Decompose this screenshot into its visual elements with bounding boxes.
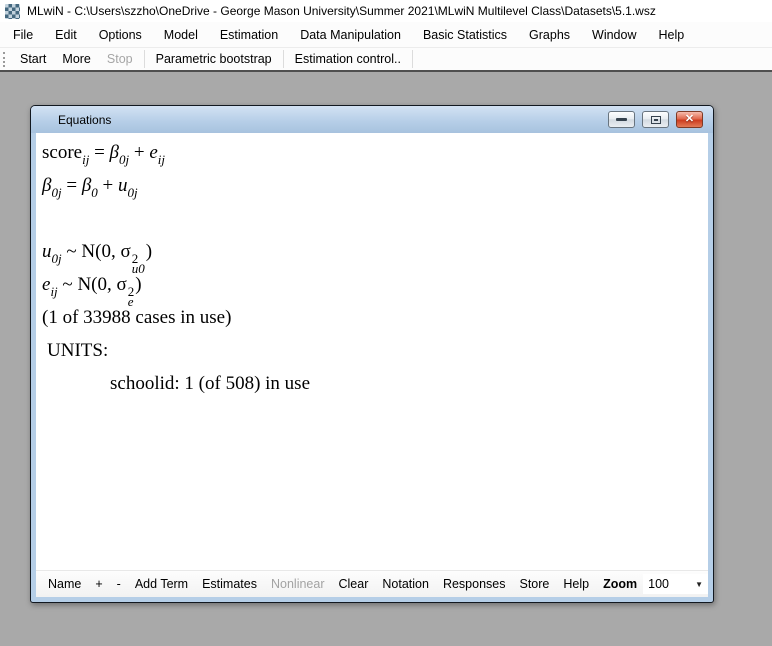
close-button[interactable]: ✕ <box>676 111 703 128</box>
toolbar-button-start[interactable]: Start <box>12 50 54 68</box>
toolbar-button-stop: Stop <box>99 50 141 68</box>
equation-line: u0j ~ N(0, σ2u0) <box>42 235 708 268</box>
maximize-icon <box>651 116 661 124</box>
toolbar-grip-handle[interactable] <box>3 52 6 67</box>
menu-item-help[interactable]: Help <box>648 24 696 46</box>
menu-item-model[interactable]: Model <box>153 24 209 46</box>
equations-window-body: scoreij = β0j + eijβ0j = β0 + u0j u0j ~ N… <box>36 133 708 597</box>
equations-toolbar-button-help[interactable]: Help <box>556 577 596 591</box>
maximize-button[interactable] <box>642 111 669 128</box>
menu-item-window[interactable]: Window <box>581 24 647 46</box>
equation-line: (1 of 33988 cases in use) <box>42 301 708 334</box>
equations-toolbar-button-[interactable]: + <box>88 577 109 591</box>
menu-item-options[interactable]: Options <box>88 24 153 46</box>
equation-blank-line <box>42 202 708 235</box>
close-icon: ✕ <box>685 114 694 125</box>
equations-toolbar-button-estimates[interactable]: Estimates <box>195 577 264 591</box>
toolbar-separator <box>144 50 145 68</box>
chevron-down-icon: ▼ <box>695 580 703 589</box>
equations-toolbar-button-store[interactable]: Store <box>512 577 556 591</box>
equations-toolbar-button-responses[interactable]: Responses <box>436 577 513 591</box>
equations-window: Equations ✕ scoreij = β0j + eijβ0j = β0 … <box>30 105 714 603</box>
toolbar-separator <box>283 50 284 68</box>
equations-toolbar-button-name[interactable]: Name <box>41 577 88 591</box>
window-controls: ✕ <box>608 111 703 128</box>
equation-line: schoolid: 1 (of 508) in use <box>42 367 708 400</box>
menubar: FileEditOptionsModelEstimationData Manip… <box>0 22 772 47</box>
equation-list: scoreij = β0j + eijβ0j = β0 + u0j u0j ~ N… <box>36 133 708 570</box>
equations-window-title: Equations <box>58 113 111 127</box>
menu-item-basic-statistics[interactable]: Basic Statistics <box>412 24 518 46</box>
app-chrome: MLwiN - C:\Users\szzho\OneDrive - George… <box>0 0 772 72</box>
equations-toolbar-button-clear[interactable]: Clear <box>332 577 376 591</box>
main-toolbar: StartMoreStop Parametric bootstrap Estimat… <box>0 47 772 70</box>
equations-toolbar-button-add-term[interactable]: Add Term <box>128 577 195 591</box>
toolbar-button-more[interactable]: More <box>54 50 98 68</box>
equations-toolbar-button-[interactable]: - <box>110 577 128 591</box>
app-titlebar: MLwiN - C:\Users\szzho\OneDrive - George… <box>0 0 772 22</box>
equations-window-titlebar[interactable]: Equations ✕ <box>31 106 713 133</box>
toolbar-button-parametric-bootstrap[interactable]: Parametric bootstrap <box>148 50 280 68</box>
menu-item-graphs[interactable]: Graphs <box>518 24 581 46</box>
menu-item-edit[interactable]: Edit <box>44 24 88 46</box>
equations-toolbar-button-zoom[interactable]: Zoom <box>596 577 641 591</box>
toolbar-button-estimation-control[interactable]: Estimation control.. <box>287 50 409 68</box>
app-title: MLwiN - C:\Users\szzho\OneDrive - George… <box>27 4 656 18</box>
equations-toolbar: Name+-Add TermEstimatesNonlinearClearNot… <box>36 570 708 597</box>
menu-item-data-manipulation[interactable]: Data Manipulation <box>289 24 412 46</box>
equation-line: scoreij = β0j + eij <box>42 136 708 169</box>
toolbar-separator <box>412 50 413 68</box>
equation-line: β0j = β0 + u0j <box>42 169 708 202</box>
menu-item-estimation[interactable]: Estimation <box>209 24 289 46</box>
menu-item-file[interactable]: File <box>2 24 44 46</box>
equations-toolbar-button-notation[interactable]: Notation <box>375 577 436 591</box>
minimize-icon <box>616 118 627 121</box>
mlwin-app-icon <box>5 4 20 19</box>
equations-toolbar-button-nonlinear: Nonlinear <box>264 577 332 591</box>
zoom-combobox[interactable]: 100 ▼ <box>643 574 708 594</box>
minimize-button[interactable] <box>608 111 635 128</box>
equation-line: UNITS: <box>42 334 708 367</box>
zoom-value: 100 <box>648 577 669 591</box>
